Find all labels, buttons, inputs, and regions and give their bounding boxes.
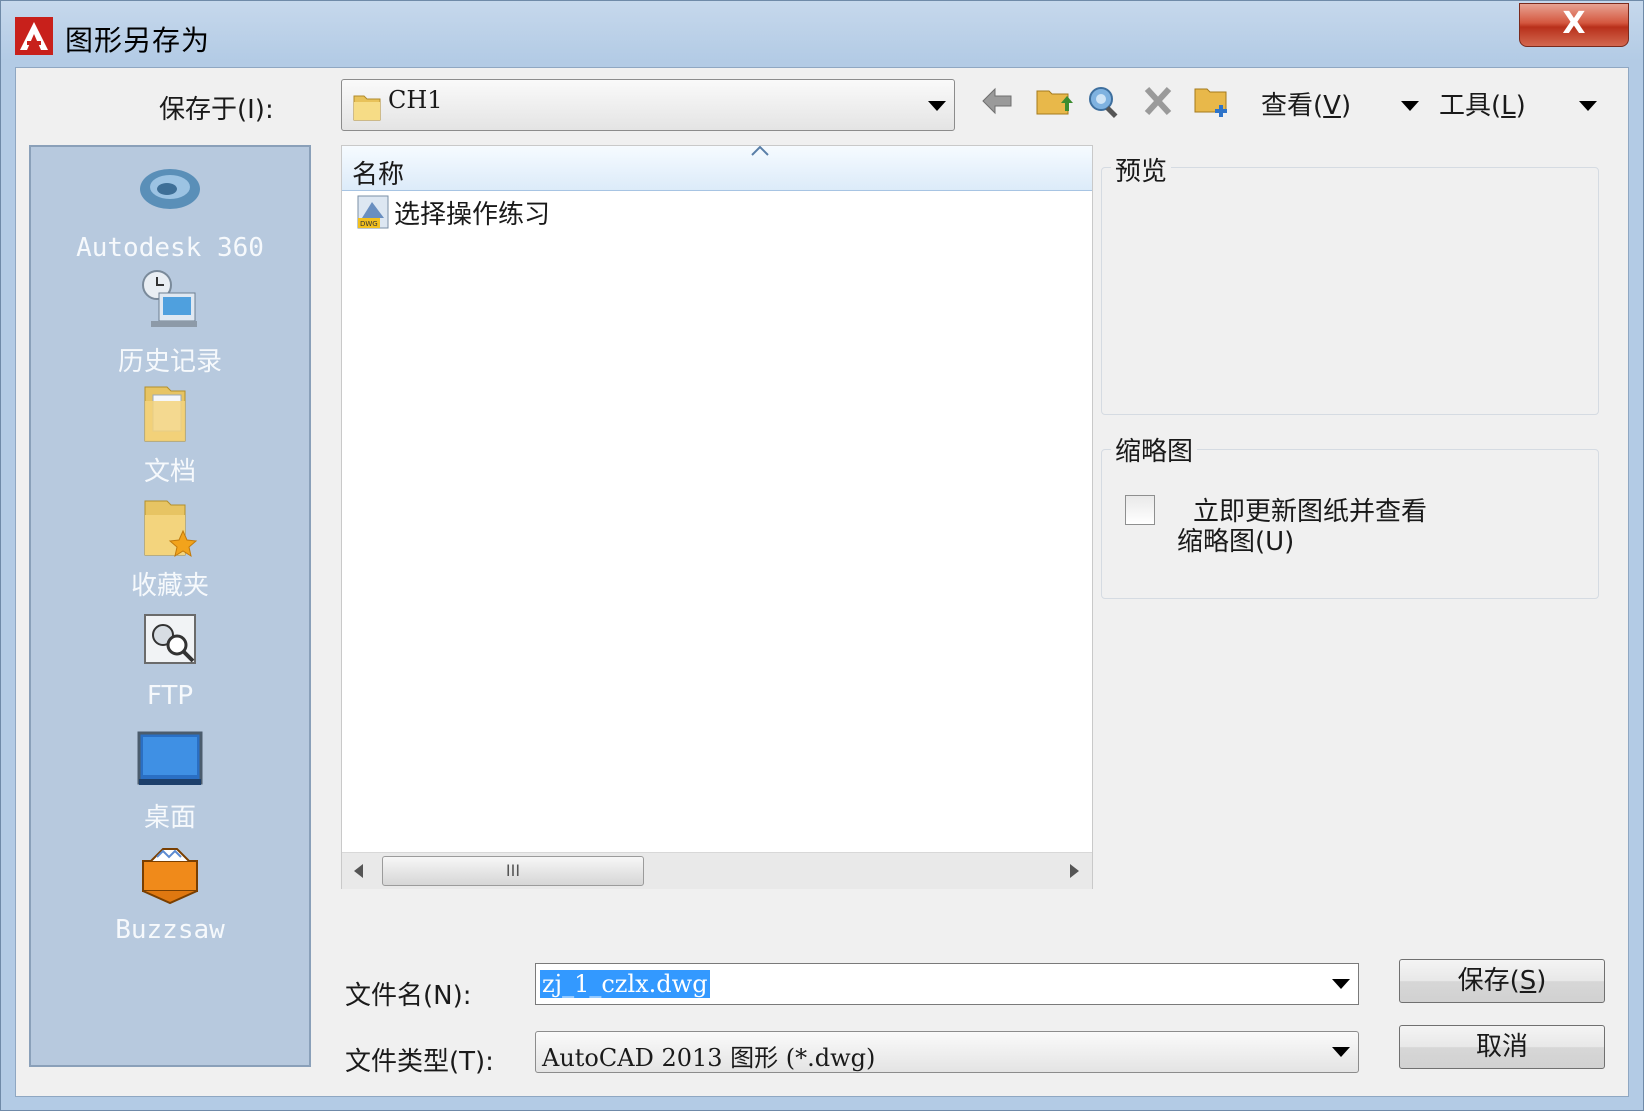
autocad-app-icon bbox=[15, 17, 53, 55]
close-button[interactable]: X bbox=[1519, 3, 1629, 47]
history-icon bbox=[142, 270, 197, 327]
filename-combobox[interactable]: zj_1_czlx.dwg bbox=[535, 963, 1359, 1005]
filetype-combobox[interactable]: AutoCAD 2013 图形 (*.dwg) bbox=[535, 1031, 1359, 1073]
update-thumbnail-checkbox[interactable] bbox=[1125, 495, 1155, 525]
place-desktop[interactable]: 桌面 bbox=[31, 727, 309, 837]
folder-icon bbox=[353, 95, 381, 121]
buzzsaw-icon bbox=[142, 848, 198, 905]
place-buzzsaw[interactable]: Buzzsaw bbox=[31, 843, 309, 953]
tools-menu-key: L bbox=[1501, 91, 1516, 121]
save-button-key: S bbox=[1519, 966, 1537, 996]
cancel-button[interactable]: 取消 bbox=[1399, 1025, 1605, 1069]
preview-group bbox=[1101, 167, 1599, 415]
place-autodesk-360[interactable]: Autodesk 360 bbox=[31, 155, 309, 265]
dwg-file-icon: DWG bbox=[357, 195, 389, 229]
place-ftp[interactable]: FTP bbox=[31, 609, 309, 719]
view-menu-key: V bbox=[1323, 91, 1341, 121]
place-label: FTP bbox=[146, 681, 194, 711]
save-in-combobox[interactable]: CH1 bbox=[341, 79, 955, 131]
save-button-label: 保存 bbox=[1457, 966, 1510, 996]
save-button[interactable]: 保存(S) bbox=[1399, 959, 1605, 1003]
thumbnail-title: 缩略图 bbox=[1111, 431, 1198, 468]
horizontal-scrollbar[interactable]: III bbox=[342, 852, 1092, 889]
ftp-icon bbox=[144, 614, 196, 664]
filename-input[interactable]: zj_1_czlx.dwg bbox=[540, 970, 710, 998]
tools-menu-chevron-down-icon[interactable] bbox=[1579, 101, 1597, 111]
desktop-icon bbox=[137, 731, 203, 785]
up-folder-icon[interactable] bbox=[1033, 79, 1073, 123]
autodesk-360-icon bbox=[140, 169, 200, 209]
place-label: 历史记录 bbox=[117, 347, 222, 377]
column-header-label: 名称 bbox=[352, 160, 405, 190]
place-label: 收藏夹 bbox=[130, 571, 209, 601]
place-label: Autodesk 360 bbox=[76, 233, 264, 263]
place-label: 桌面 bbox=[143, 803, 196, 833]
save-drawing-dialog: 图形另存为 X 保存于(I): CH1 查看(V) 工具(L) Autodesk… bbox=[0, 0, 1644, 1111]
title-bar[interactable]: 图形另存为 X bbox=[1, 1, 1643, 69]
favorites-folder-icon bbox=[144, 500, 198, 558]
places-sidebar: Autodesk 360 历史记录 文档 收藏夹 FTP 桌面 Buzzsaw bbox=[29, 145, 311, 1067]
file-name: 选择操作练习 bbox=[394, 200, 551, 230]
sort-ascending-icon bbox=[751, 146, 769, 156]
list-item[interactable]: DWG 选择操作练习 bbox=[356, 190, 756, 232]
column-header-name[interactable]: 名称 bbox=[342, 146, 1092, 191]
file-list[interactable]: 名称 DWG 选择操作练习 III bbox=[341, 145, 1093, 889]
place-label: 文档 bbox=[143, 457, 196, 487]
scroll-thumb[interactable]: III bbox=[382, 856, 644, 886]
documents-folder-icon bbox=[144, 386, 186, 442]
view-menu-label: 查看 bbox=[1261, 91, 1314, 121]
filetype-chevron-down-icon[interactable] bbox=[1332, 1047, 1350, 1057]
back-arrow-icon[interactable] bbox=[979, 79, 1015, 123]
scroll-left-icon[interactable] bbox=[354, 864, 363, 878]
place-favorites[interactable]: 收藏夹 bbox=[31, 495, 309, 605]
filetype-value: AutoCAD 2013 图形 (*.dwg) bbox=[542, 1044, 876, 1072]
svg-text:DWG: DWG bbox=[360, 220, 378, 228]
dialog-title: 图形另存为 bbox=[65, 24, 211, 57]
place-label: Buzzsaw bbox=[115, 915, 225, 945]
scroll-right-icon[interactable] bbox=[1070, 864, 1079, 878]
new-folder-icon[interactable] bbox=[1191, 79, 1231, 123]
filename-label: 文件名(N): bbox=[345, 981, 472, 1011]
search-web-icon[interactable] bbox=[1085, 79, 1125, 123]
view-menu-chevron-down-icon[interactable] bbox=[1401, 101, 1419, 111]
delete-icon[interactable] bbox=[1141, 79, 1175, 123]
save-in-label: 保存于(I): bbox=[159, 95, 274, 125]
place-history[interactable]: 历史记录 bbox=[31, 267, 309, 377]
place-documents[interactable]: 文档 bbox=[31, 381, 309, 491]
filename-chevron-down-icon[interactable] bbox=[1332, 979, 1350, 989]
tools-menu-label: 工具 bbox=[1439, 91, 1492, 121]
update-thumbnail-label-line2[interactable]: 缩略图(U) bbox=[1177, 521, 1294, 558]
preview-title: 预览 bbox=[1111, 151, 1172, 188]
save-in-value: CH1 bbox=[388, 86, 443, 114]
chevron-down-icon[interactable] bbox=[928, 101, 946, 111]
filetype-label: 文件类型(T): bbox=[345, 1047, 494, 1077]
